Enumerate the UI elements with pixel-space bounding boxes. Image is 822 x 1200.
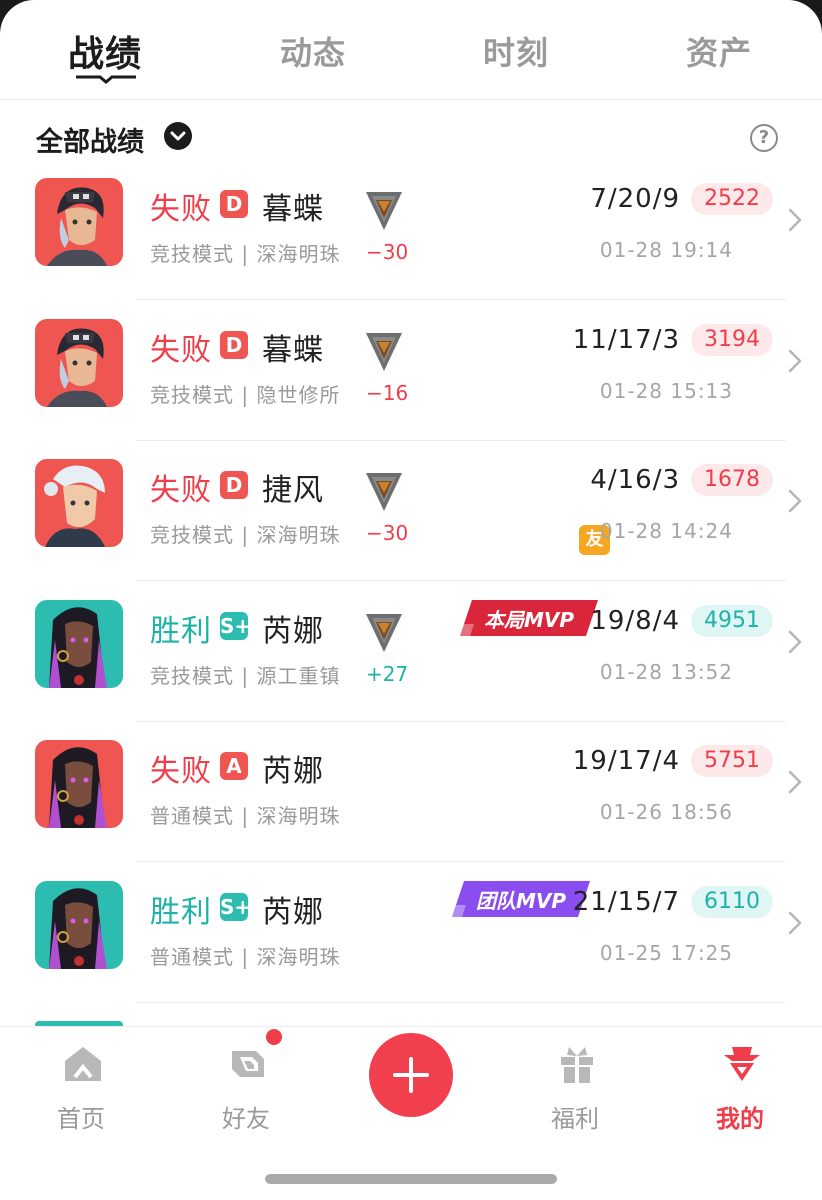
hero-name: 捷风 — [262, 473, 324, 508]
performance-rank-badge: D — [220, 471, 248, 499]
hero-avatar — [35, 178, 123, 266]
tab-active-indicator — [76, 75, 136, 84]
chevron-right-icon — [788, 208, 802, 232]
kda-stats: 19/17/4 — [572, 746, 680, 776]
rank-rating-change: +27 — [366, 661, 409, 686]
performance-rank-badge: D — [220, 190, 248, 218]
combat-score: 4951 — [691, 604, 773, 637]
kda-stats: 21/15/7 — [572, 886, 680, 917]
hero-avatar — [35, 880, 123, 969]
rank-tier-icon — [366, 192, 402, 230]
chevron-down-icon[interactable] — [164, 122, 192, 150]
home-icon — [65, 1047, 101, 1081]
friends-notification-dot — [266, 1029, 282, 1045]
hero-name: 暮蝶 — [262, 192, 324, 227]
kda-stats: 11/17/3 — [572, 324, 680, 355]
mode-and-map: 竞技模式 | 深海明珠 — [150, 523, 341, 547]
combat-score: 6110 — [691, 885, 773, 918]
combat-score: 3194 — [691, 323, 773, 356]
kda-stats: 4/16/3 — [590, 465, 680, 495]
hero-name: 暮蝶 — [262, 332, 324, 368]
match-result: 失败 — [150, 332, 212, 368]
tab-records[interactable]: 战绩 — [35, 25, 175, 77]
rank-rating-change: −30 — [366, 240, 409, 264]
match-row[interactable]: 失败 D 暮蝶竞技模式 | 隐世修所 −16 11/17/3 3194 01-28 15:1… — [0, 301, 822, 441]
nav-friends-label: 好友 — [222, 1105, 270, 1133]
match-time: 01-28 15:13 — [599, 378, 733, 403]
match-row[interactable]: 失败 A 芮娜普通模式 | 深海明珠 19/17/4 5751 01-26 18:56 — [0, 722, 822, 862]
kda-stats: 19/8/4 — [590, 605, 680, 636]
rank-tier-icon — [366, 332, 402, 371]
friends-icon — [232, 1051, 264, 1077]
combat-score: 5751 — [691, 745, 773, 777]
hero-avatar — [35, 599, 123, 688]
chevron-right-icon — [788, 349, 802, 372]
match-row[interactable]: 失败 D 捷风 竞技模式 | 深海明珠 −30 4/16/3 1678 友 01-28 14:2… — [0, 441, 822, 581]
chevron-right-icon — [788, 489, 802, 513]
mode-and-map: 普通模式 | 深海明珠 — [150, 804, 341, 828]
records-filter[interactable]: 全部战绩 ? — [36, 116, 786, 160]
match-row[interactable]: 胜利 S+ 芮娜 普通模式 | 深海明珠 团队MVP 21/15/7 6110 01-25 1… — [0, 863, 822, 1003]
kda-stats: 7/20/9 — [590, 184, 680, 214]
match-time: 01-28 14:24 — [599, 519, 733, 543]
match-time: 01-28 13:52 — [599, 659, 733, 684]
chevron-right-icon — [788, 630, 802, 653]
home-indicator — [265, 1174, 557, 1184]
mode-and-map: 普通模式 | 深海明珠 — [150, 944, 341, 969]
performance-rank-badge: A — [220, 752, 248, 780]
tab-assets[interactable]: 资产 — [649, 28, 789, 74]
nav-profile-label: 我的 — [716, 1105, 764, 1133]
match-time: 01-28 19:14 — [599, 238, 733, 262]
performance-rank-badge: S+ — [220, 892, 252, 921]
hero-avatar — [35, 459, 123, 547]
hero-avatar — [35, 318, 123, 407]
match-result: 失败 — [150, 192, 212, 227]
match-result: 胜利 — [150, 613, 212, 649]
chevron-right-icon — [788, 770, 802, 794]
hero-name: 芮娜 — [262, 754, 324, 789]
hero-name: 芮娜 — [262, 613, 324, 649]
plus-icon — [393, 1057, 429, 1093]
gift-icon — [561, 1047, 593, 1083]
nav-benefits-label: 福利 — [551, 1105, 599, 1133]
nav-home-label: 首页 — [57, 1105, 105, 1133]
performance-rank-badge: S+ — [220, 611, 252, 640]
rank-rating-change: −16 — [366, 380, 409, 405]
match-time: 01-26 18:56 — [599, 800, 733, 824]
mode-and-map: 竞技模式 | 深海明珠 — [150, 242, 341, 266]
rank-tier-icon — [366, 613, 402, 652]
combat-score: 1678 — [691, 464, 773, 496]
row-divider — [136, 1001, 786, 1003]
top-tab-bar: 战绩 动态 时刻 资产 — [0, 0, 822, 100]
hero-name: 芮娜 — [262, 894, 324, 930]
tab-feed[interactable]: 动态 — [243, 28, 383, 74]
add-button[interactable] — [369, 1033, 453, 1117]
rank-tier-icon — [366, 473, 402, 511]
rank-rating-change: −30 — [366, 521, 409, 545]
combat-score: 2522 — [691, 183, 773, 215]
match-row[interactable]: 失败 D 暮蝶竞技模式 | 深海明珠 −30 7/20/9 2522 01-28 19:14 — [0, 160, 822, 300]
nav-profile[interactable]: 我的 — [680, 1027, 800, 1147]
nav-home[interactable]: 首页 — [21, 1027, 141, 1147]
match-time: 01-25 17:25 — [599, 940, 733, 965]
match-result: 失败 — [150, 754, 212, 789]
tab-moments[interactable]: 时刻 — [446, 28, 586, 74]
question-circle-icon[interactable]: ? — [750, 124, 778, 152]
hero-avatar — [35, 740, 123, 828]
chevron-right-icon — [788, 911, 802, 934]
app-screen: 战绩 动态 时刻 资产 全部战绩 ? 失败 D 暮蝶 竞技模式 | 深海明珠 −30 7/… — [0, 0, 822, 1200]
performance-rank-badge: D — [220, 330, 248, 359]
profile-icon — [724, 1047, 760, 1081]
match-result: 胜利 — [150, 894, 212, 930]
match-row[interactable]: 胜利 S+ 芮娜 竞技模式 | 源工重镇 +27 本局MVP 19/8/4 4951 01-28… — [0, 582, 822, 722]
match-result: 失败 — [150, 473, 212, 508]
filter-label: 全部战绩 — [36, 127, 144, 158]
nav-friends[interactable]: 好友 — [186, 1027, 306, 1147]
mode-and-map: 竞技模式 | 源工重镇 — [150, 663, 341, 688]
mode-and-map: 竞技模式 | 隐世修所 — [150, 382, 341, 407]
nav-benefits[interactable]: 福利 — [515, 1027, 635, 1147]
